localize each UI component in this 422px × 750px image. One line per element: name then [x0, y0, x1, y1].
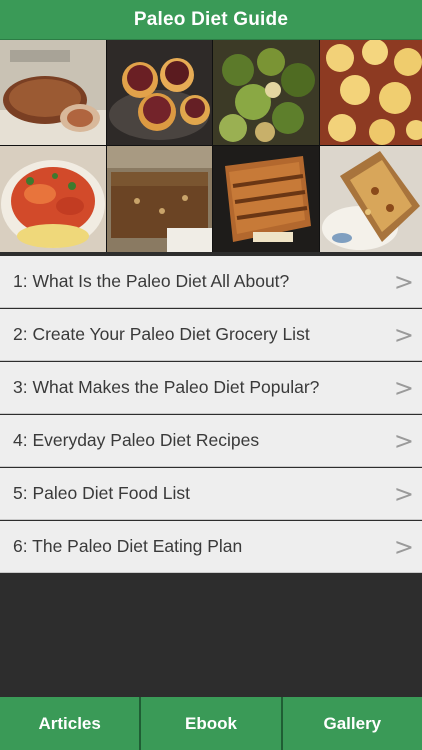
- gallery-image-banana-bread[interactable]: [320, 146, 422, 252]
- list-item-article-4[interactable]: 4: Everyday Paleo Diet Recipes >: [0, 415, 422, 467]
- food-photo-gallery: [0, 40, 422, 252]
- list-item-label: 3: What Makes the Paleo Diet Popular?: [13, 377, 320, 397]
- list-item-label: 2: Create Your Paleo Diet Grocery List: [13, 324, 310, 344]
- title-bar: Paleo Diet Guide: [0, 0, 422, 40]
- list-item-label: 1: What Is the Paleo Diet All About?: [13, 271, 290, 291]
- list-item-article-3[interactable]: 3: What Makes the Paleo Diet Popular? >: [0, 362, 422, 414]
- list-item-label: 5: Paleo Diet Food List: [13, 483, 191, 503]
- list-item-label: 6: The Paleo Diet Eating Plan: [13, 536, 243, 556]
- gallery-image-grilled-sandwich[interactable]: [213, 146, 319, 252]
- gallery-image-baked-dessert-bars[interactable]: [107, 146, 212, 252]
- article-list: 1: What Is the Paleo Diet All About? > 2…: [0, 256, 422, 574]
- chevron-right-icon: >: [393, 479, 414, 508]
- tab-gallery[interactable]: Gallery: [282, 697, 422, 750]
- list-item-article-2[interactable]: 2: Create Your Paleo Diet Grocery List >: [0, 309, 422, 361]
- list-item-label: 4: Everyday Paleo Diet Recipes: [13, 430, 260, 450]
- gallery-image-stuffed-tomatoes[interactable]: [107, 40, 212, 145]
- chevron-right-icon: >: [393, 426, 414, 455]
- gallery-image-shepherds-pie[interactable]: [320, 40, 422, 145]
- gallery-image-squash-noodle-bowl[interactable]: [0, 146, 106, 252]
- list-item-article-5[interactable]: 5: Paleo Diet Food List >: [0, 468, 422, 520]
- gallery-image-roasted-brussels-sprouts[interactable]: [213, 40, 319, 145]
- chevron-right-icon: >: [393, 532, 414, 561]
- gallery-image-bacon-wrapped-roast[interactable]: [0, 40, 106, 145]
- chevron-right-icon: >: [393, 373, 414, 402]
- chevron-right-icon: >: [393, 320, 414, 349]
- list-item-article-6[interactable]: 6: The Paleo Diet Eating Plan >: [0, 521, 422, 573]
- tab-ebook[interactable]: Ebook: [141, 697, 281, 750]
- bottom-tab-bar: Articles Ebook Gallery: [0, 697, 422, 750]
- page-title: Paleo Diet Guide: [133, 8, 289, 30]
- list-item-article-1[interactable]: 1: What Is the Paleo Diet All About? >: [0, 256, 422, 308]
- tab-articles[interactable]: Articles: [0, 697, 140, 750]
- chevron-right-icon: >: [393, 267, 414, 296]
- app-screen: Paleo Diet Guide 1: What Is the Paleo Di…: [0, 0, 422, 750]
